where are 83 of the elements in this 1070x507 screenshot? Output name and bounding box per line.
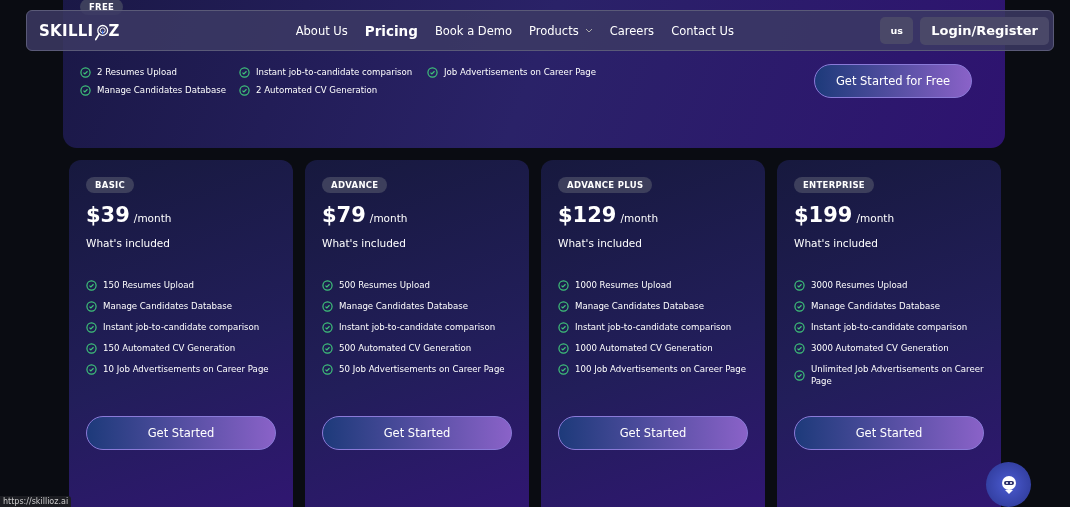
check-icon (322, 279, 333, 291)
feature-text: 150 Automated CV Generation (103, 342, 236, 354)
check-icon (794, 279, 805, 291)
feature-text: 3000 Automated CV Generation (811, 342, 949, 354)
feature-text: 1000 Automated CV Generation (575, 342, 713, 354)
feature-text: Manage Candidates Database (575, 300, 704, 312)
check-icon (427, 66, 438, 78)
check-icon (558, 321, 569, 333)
included-heading: What's included (86, 237, 170, 249)
check-icon (322, 321, 333, 333)
feature-text: Instant job-to-candidate comparison (256, 66, 413, 78)
check-icon (558, 363, 569, 375)
feature-text: Instant job-to-candidate comparison (575, 321, 732, 333)
price-period: /month (369, 212, 408, 224)
feature-text: Manage Candidates Database (103, 300, 232, 312)
included-heading: What's included (322, 237, 406, 249)
get-started-free-button[interactable]: Get Started for Free (814, 64, 972, 98)
login-register-button[interactable]: Login/Register (920, 16, 1049, 45)
price-period: /month (620, 212, 659, 224)
check-icon (86, 279, 97, 291)
feature-text: Unlimited Job Advertisements on Career Page (811, 363, 984, 387)
feature-text: 50 Job Advertisements on Career Page (339, 363, 505, 375)
plan-badge: ADVANCE (322, 177, 388, 193)
check-icon (322, 342, 333, 354)
nav-link[interactable]: Products (529, 22, 593, 39)
feature-text: Instant job-to-candidate comparison (811, 321, 968, 333)
check-icon (794, 321, 805, 333)
get-started-button[interactable]: Get Started (86, 416, 276, 450)
feature-text: 500 Resumes Upload (339, 279, 430, 291)
check-icon (239, 84, 250, 96)
check-icon (558, 300, 569, 312)
feature-text: Manage Candidates Database (811, 300, 940, 312)
feature-text: 3000 Resumes Upload (811, 279, 908, 291)
nav-link[interactable]: Careers (609, 22, 655, 39)
feature-text: 2 Automated CV Generation (256, 84, 378, 96)
feature-text: 100 Job Advertisements on Career Page (575, 363, 747, 375)
feature-text: 1000 Resumes Upload (575, 279, 672, 291)
check-icon (558, 342, 569, 354)
check-icon (322, 363, 333, 375)
feature-text: 150 Resumes Upload (103, 279, 194, 291)
check-icon (86, 363, 97, 375)
price-period: /month (133, 212, 172, 224)
check-icon (322, 300, 333, 312)
feature-text: Manage Candidates Database (97, 84, 226, 96)
check-icon (86, 342, 97, 354)
check-icon (80, 84, 91, 96)
check-icon (794, 369, 805, 381)
check-icon (794, 300, 805, 312)
plan-price: $79 (322, 203, 366, 227)
check-icon (794, 342, 805, 354)
feature-text: Instant job-to-candidate comparison (339, 321, 496, 333)
feature-text: 2 Resumes Upload (97, 66, 177, 78)
nav-link[interactable]: About Us (295, 22, 348, 39)
logo-text: SKILLI (39, 21, 94, 40)
get-started-button[interactable]: Get Started (558, 416, 748, 450)
plan-price: $129 (558, 203, 617, 227)
check-icon (86, 300, 97, 312)
nav-link[interactable]: Contact Us (671, 22, 734, 39)
get-started-button[interactable]: Get Started (322, 416, 512, 450)
check-icon (239, 66, 250, 78)
feature-text: Manage Candidates Database (339, 300, 468, 312)
logo-text: Z (108, 21, 120, 40)
nav-link[interactable]: Pricing (364, 22, 418, 39)
plan-price: $199 (794, 203, 853, 227)
included-heading: What's included (794, 237, 878, 249)
included-heading: What's included (558, 237, 642, 249)
get-started-button[interactable]: Get Started (794, 416, 984, 450)
plan-price: $39 (86, 203, 130, 227)
magnifier-icon (94, 24, 109, 41)
price-period: /month (856, 212, 895, 224)
check-icon (80, 66, 91, 78)
plan-badge: ENTERPRISE (794, 177, 874, 193)
feature-text: Instant job-to-candidate comparison (103, 321, 260, 333)
feature-text: 500 Automated CV Generation (339, 342, 472, 354)
feature-text: Job Advertisements on Career Page (444, 66, 596, 78)
feature-text: 10 Job Advertisements on Career Page (103, 363, 269, 375)
nav-link[interactable]: Book a Demo (434, 22, 513, 39)
plan-badge: BASIC (86, 177, 135, 193)
status-url: https://skillioz.ai (0, 496, 72, 507)
check-icon (86, 321, 97, 333)
language-button[interactable]: us (880, 17, 914, 44)
plan-badge: ADVANCE PLUS (558, 177, 653, 193)
check-icon (558, 279, 569, 291)
